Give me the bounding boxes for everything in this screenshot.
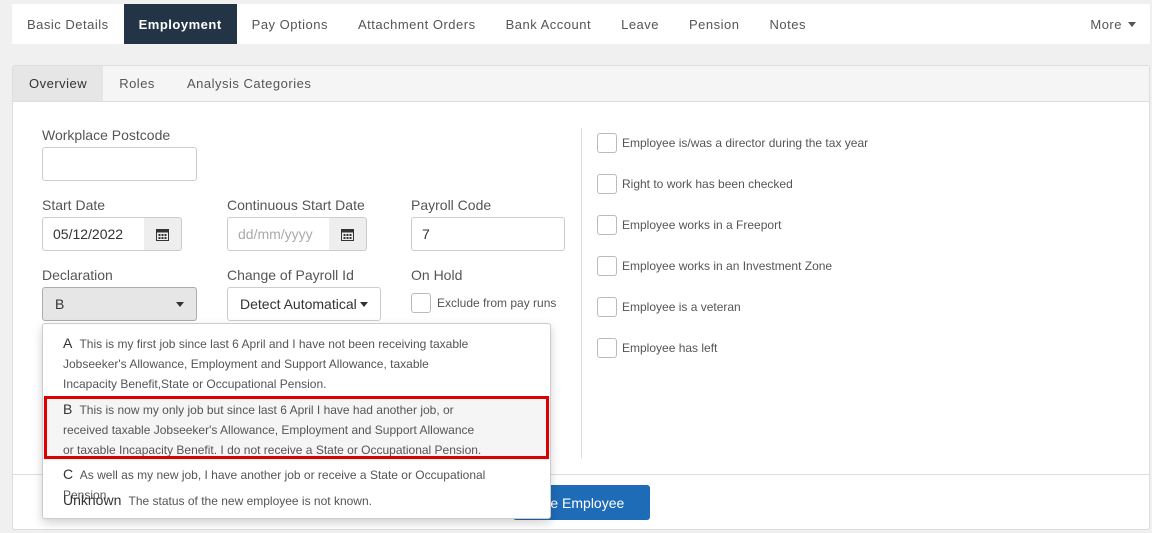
tab-leave[interactable]: Leave (606, 4, 674, 44)
column-divider (581, 128, 582, 458)
exclude-from-pay-runs-checkbox[interactable] (411, 293, 431, 313)
tab-pay-options[interactable]: Pay Options (237, 4, 343, 44)
director-checkbox[interactable] (597, 133, 617, 153)
tab-overview[interactable]: Overview (13, 66, 104, 101)
option-key: Unknown (63, 492, 122, 508)
declaration-label: Declaration (42, 267, 113, 283)
option-text: Jobseeker's Allowance, Employment and Su… (63, 357, 429, 371)
calendar-icon (156, 228, 169, 241)
tab-employment[interactable]: Employment (123, 4, 237, 44)
exclude-from-pay-runs-label: Exclude from pay runs (437, 296, 557, 310)
tab-analysis-categories[interactable]: Analysis Categories (171, 66, 327, 101)
start-date-input[interactable]: 05/12/2022 (42, 217, 145, 251)
workplace-postcode-label: Workplace Postcode (42, 127, 171, 143)
declaration-option-b[interactable]: B This is now my only job but since last… (43, 398, 550, 460)
option-text: or taxable Incapacity Benefit. I do not … (63, 443, 482, 457)
option-text: This is my first job since last 6 April … (79, 337, 469, 351)
caret-down-icon (1128, 21, 1136, 27)
declaration-option-unknown[interactable]: Unknown The status of the new employee i… (43, 490, 550, 511)
start-date-calendar-button[interactable] (144, 217, 182, 251)
option-key: A (63, 335, 73, 351)
option-text: received taxable Jobseeker's Allowance, … (63, 423, 475, 437)
has-left-label: Employee has left (622, 341, 718, 355)
tab-notes[interactable]: Notes (755, 4, 821, 44)
veteran-checkbox[interactable] (597, 297, 617, 317)
right-to-work-label: Right to work has been checked (622, 177, 793, 191)
tab-roles[interactable]: Roles (103, 66, 171, 101)
workplace-postcode-input[interactable] (42, 147, 197, 181)
veteran-label: Employee is a veteran (622, 300, 741, 314)
change-payroll-label: Change of Payroll Id (227, 267, 354, 283)
declaration-dropdown-menu: A This is my first job since last 6 Apri… (42, 323, 551, 519)
continuous-start-label: Continuous Start Date (227, 197, 365, 213)
option-key: C (63, 466, 74, 482)
continuous-start-calendar-button[interactable] (329, 217, 367, 251)
has-left-checkbox[interactable] (597, 338, 617, 358)
tab-basic-details[interactable]: Basic Details (12, 4, 124, 44)
declaration-select[interactable]: B (42, 287, 197, 321)
investment-zone-label: Employee works in an Investment Zone (622, 259, 833, 273)
option-key: B (63, 401, 73, 417)
continuous-start-input[interactable]: dd/mm/yyyy (227, 217, 330, 251)
on-hold-label: On Hold (411, 267, 463, 283)
payroll-code-input[interactable]: 7 (411, 217, 565, 251)
change-payroll-select[interactable]: Detect Automatical (227, 287, 381, 321)
tab-attachment-orders[interactable]: Attachment Orders (343, 4, 491, 44)
tab-pension[interactable]: Pension (674, 4, 754, 44)
change-payroll-value: Detect Automatical (240, 296, 356, 312)
option-text: This is now my only job but since last 6… (79, 403, 454, 417)
option-text: Incapacity Benefit,State or Occupational… (63, 377, 327, 391)
start-date-label: Start Date (42, 197, 106, 213)
more-menu[interactable]: More (1090, 4, 1150, 44)
freeport-label: Employee works in a Freeport (622, 218, 782, 232)
option-text: The status of the new employee is not kn… (128, 494, 372, 508)
sub-tabs: Overview Roles Analysis Categories (13, 66, 1149, 102)
declaration-option-a[interactable]: A This is my first job since last 6 Apri… (43, 333, 550, 394)
payroll-code-label: Payroll Code (411, 197, 492, 213)
calendar-icon (341, 228, 354, 241)
investment-zone-checkbox[interactable] (597, 256, 617, 276)
director-label: Employee is/was a director during the ta… (622, 136, 869, 150)
freeport-checkbox[interactable] (597, 215, 617, 235)
top-nav: Basic Details Employment Pay Options Att… (12, 4, 1150, 44)
caret-down-icon (360, 301, 368, 307)
more-label: More (1090, 16, 1122, 32)
tab-bank-account[interactable]: Bank Account (491, 4, 607, 44)
caret-down-icon (176, 301, 184, 307)
right-to-work-checkbox[interactable] (597, 174, 617, 194)
declaration-value: B (55, 296, 65, 312)
